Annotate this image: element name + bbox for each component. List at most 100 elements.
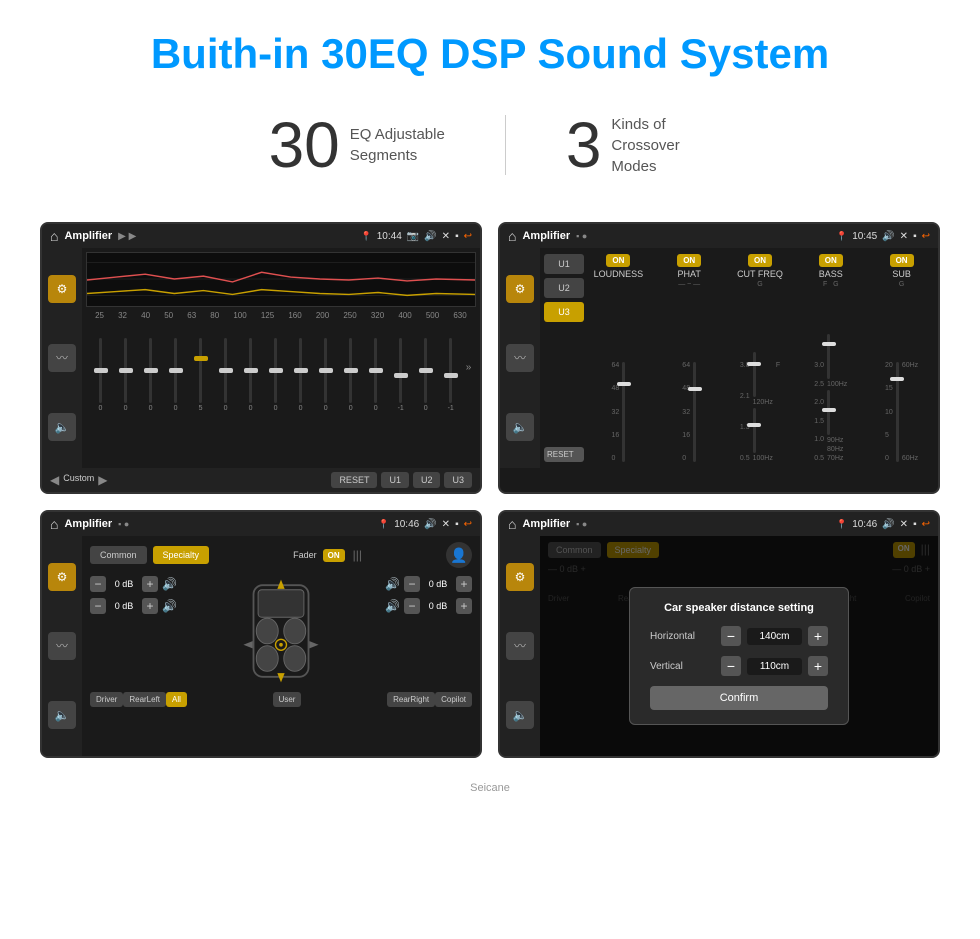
eq-slider-4[interactable]: 0	[166, 338, 186, 412]
eq-slider-6[interactable]: 0	[216, 338, 236, 412]
db-plus-4[interactable]: +	[456, 598, 472, 614]
home-icon-tr[interactable]: ⌂	[508, 228, 516, 244]
screen-icon-bl[interactable]: ▪	[455, 519, 459, 530]
db-plus-1[interactable]: +	[142, 576, 158, 592]
cutfreq-slider-2[interactable]	[753, 408, 756, 453]
volume-icon-br[interactable]: 🔊	[882, 519, 894, 530]
fader-on[interactable]: ON	[323, 549, 345, 562]
u2-button[interactable]: U2	[413, 472, 441, 488]
specialty-tab-bl[interactable]: Specialty	[153, 546, 210, 564]
camera-icon[interactable]: 📷	[407, 231, 419, 242]
eq-slider-12[interactable]: 0	[366, 338, 386, 412]
u1-button[interactable]: U1	[381, 472, 409, 488]
eq-slider-9[interactable]: 0	[291, 338, 311, 412]
reset-button[interactable]: RESET	[331, 472, 377, 488]
screen-icon-br[interactable]: ▪	[913, 519, 917, 530]
u3-button[interactable]: U3	[444, 472, 472, 488]
phat-slider[interactable]	[693, 362, 696, 462]
back-icon-tr[interactable]: ↩	[922, 231, 930, 242]
phat-on-btn[interactable]: ON	[677, 254, 701, 267]
sub-slider[interactable]	[896, 362, 899, 462]
close-icon-tr[interactable]: ✕	[900, 231, 908, 242]
wave-icon-btn-tr[interactable]: 〰	[506, 344, 534, 372]
wave-icon-btn[interactable]: 〰	[48, 344, 76, 372]
db-minus-1[interactable]: −	[90, 576, 106, 592]
eq-stat: 30 EQ AdjustableSegments	[269, 108, 445, 182]
db-plus-3[interactable]: +	[456, 576, 472, 592]
user-btn[interactable]: User	[273, 692, 302, 707]
confirm-button[interactable]: Confirm	[650, 686, 828, 710]
more-icon[interactable]: »	[466, 362, 472, 373]
eq-slider-14[interactable]: 0	[416, 338, 436, 412]
eq-icon-btn[interactable]: ⚙	[48, 275, 76, 303]
all-btn[interactable]: All	[166, 692, 187, 707]
eq-slider-13[interactable]: -1	[391, 338, 411, 412]
vertical-plus[interactable]: +	[808, 656, 828, 676]
speaker-btn-bl[interactable]: 🔈	[48, 701, 76, 729]
eq-icon-btn-br[interactable]: ⚙	[506, 563, 534, 591]
home-icon[interactable]: ⌂	[50, 228, 58, 244]
xo-reset-btn[interactable]: RESET	[544, 447, 584, 462]
screen-icon[interactable]: ▪	[455, 231, 459, 242]
close-icon[interactable]: ✕	[442, 231, 450, 242]
eq-icon-btn-bl[interactable]: ⚙	[48, 563, 76, 591]
eq-slider-3[interactable]: 0	[141, 338, 161, 412]
play-icon[interactable]: ▶ ▶	[118, 231, 136, 242]
wave-icon-btn-br[interactable]: 〰	[506, 632, 534, 660]
prev-arrow[interactable]: ◀	[50, 473, 59, 487]
sub-on-btn[interactable]: ON	[890, 254, 914, 267]
eq-icon-btn-tr[interactable]: ⚙	[506, 275, 534, 303]
vertical-minus[interactable]: −	[721, 656, 741, 676]
close-icon-bl[interactable]: ✕	[442, 519, 450, 530]
db-minus-4[interactable]: −	[404, 598, 420, 614]
spec-top-row: Common Specialty Fader ON ||| 👤	[90, 542, 472, 568]
loudness-on-btn[interactable]: ON	[606, 254, 630, 267]
eq-slider-8[interactable]: 0	[266, 338, 286, 412]
u2-preset[interactable]: U2	[544, 278, 584, 298]
eq-slider-7[interactable]: 0	[241, 338, 261, 412]
speaker-btn-tr[interactable]: 🔈	[506, 413, 534, 441]
xo-loudness: ON LOUDNESS 644832160	[586, 254, 651, 462]
spec-bottom-row: Driver RearLeft All User RearRight Copil…	[90, 692, 472, 707]
common-tab-bl[interactable]: Common	[90, 546, 147, 564]
next-arrow[interactable]: ▶	[98, 473, 107, 487]
back-icon[interactable]: ↩	[464, 231, 472, 242]
screen-icon-tr[interactable]: ▪	[913, 231, 917, 242]
eq-slider-11[interactable]: 0	[341, 338, 361, 412]
u3-preset[interactable]: U3	[544, 302, 584, 322]
home-icon-bl[interactable]: ⌂	[50, 516, 58, 532]
eq-slider-1[interactable]: 0	[91, 338, 111, 412]
db-minus-2[interactable]: −	[90, 598, 106, 614]
bass-slider-1[interactable]	[827, 334, 830, 379]
app-title-tr: Amplifier	[522, 230, 570, 242]
cutfreq-slider-1[interactable]	[753, 352, 756, 397]
loudness-slider[interactable]	[622, 362, 625, 462]
back-icon-br[interactable]: ↩	[922, 519, 930, 530]
eq-slider-15[interactable]: -1	[441, 338, 461, 412]
back-icon-bl[interactable]: ↩	[464, 519, 472, 530]
cutfreq-on-btn[interactable]: ON	[748, 254, 772, 267]
bass-slider-2[interactable]	[827, 390, 830, 435]
db-minus-3[interactable]: −	[404, 576, 420, 592]
rearleft-btn[interactable]: RearLeft	[123, 692, 166, 707]
home-icon-br[interactable]: ⌂	[508, 516, 516, 532]
volume-icon[interactable]: 🔊	[424, 231, 436, 242]
eq-slider-5[interactable]: 5	[191, 338, 211, 412]
horizontal-plus[interactable]: +	[808, 626, 828, 646]
wave-icon-btn-bl[interactable]: 〰	[48, 632, 76, 660]
db-plus-2[interactable]: +	[142, 598, 158, 614]
eq-slider-2[interactable]: 0	[116, 338, 136, 412]
speaker-btn-br[interactable]: 🔈	[506, 701, 534, 729]
volume-icon-bl[interactable]: 🔊	[424, 519, 436, 530]
rearright-btn[interactable]: RearRight	[387, 692, 435, 707]
volume-icon-tr[interactable]: 🔊	[882, 231, 894, 242]
horizontal-minus[interactable]: −	[721, 626, 741, 646]
eq-slider-10[interactable]: 0	[316, 338, 336, 412]
close-icon-br[interactable]: ✕	[900, 519, 908, 530]
person-icon-btn[interactable]: 👤	[446, 542, 472, 568]
speaker-vol-btn[interactable]: 🔈	[48, 413, 76, 441]
bass-on-btn[interactable]: ON	[819, 254, 843, 267]
u1-preset[interactable]: U1	[544, 254, 584, 274]
driver-btn[interactable]: Driver	[90, 692, 123, 707]
copilot-btn[interactable]: Copilot	[435, 692, 472, 707]
